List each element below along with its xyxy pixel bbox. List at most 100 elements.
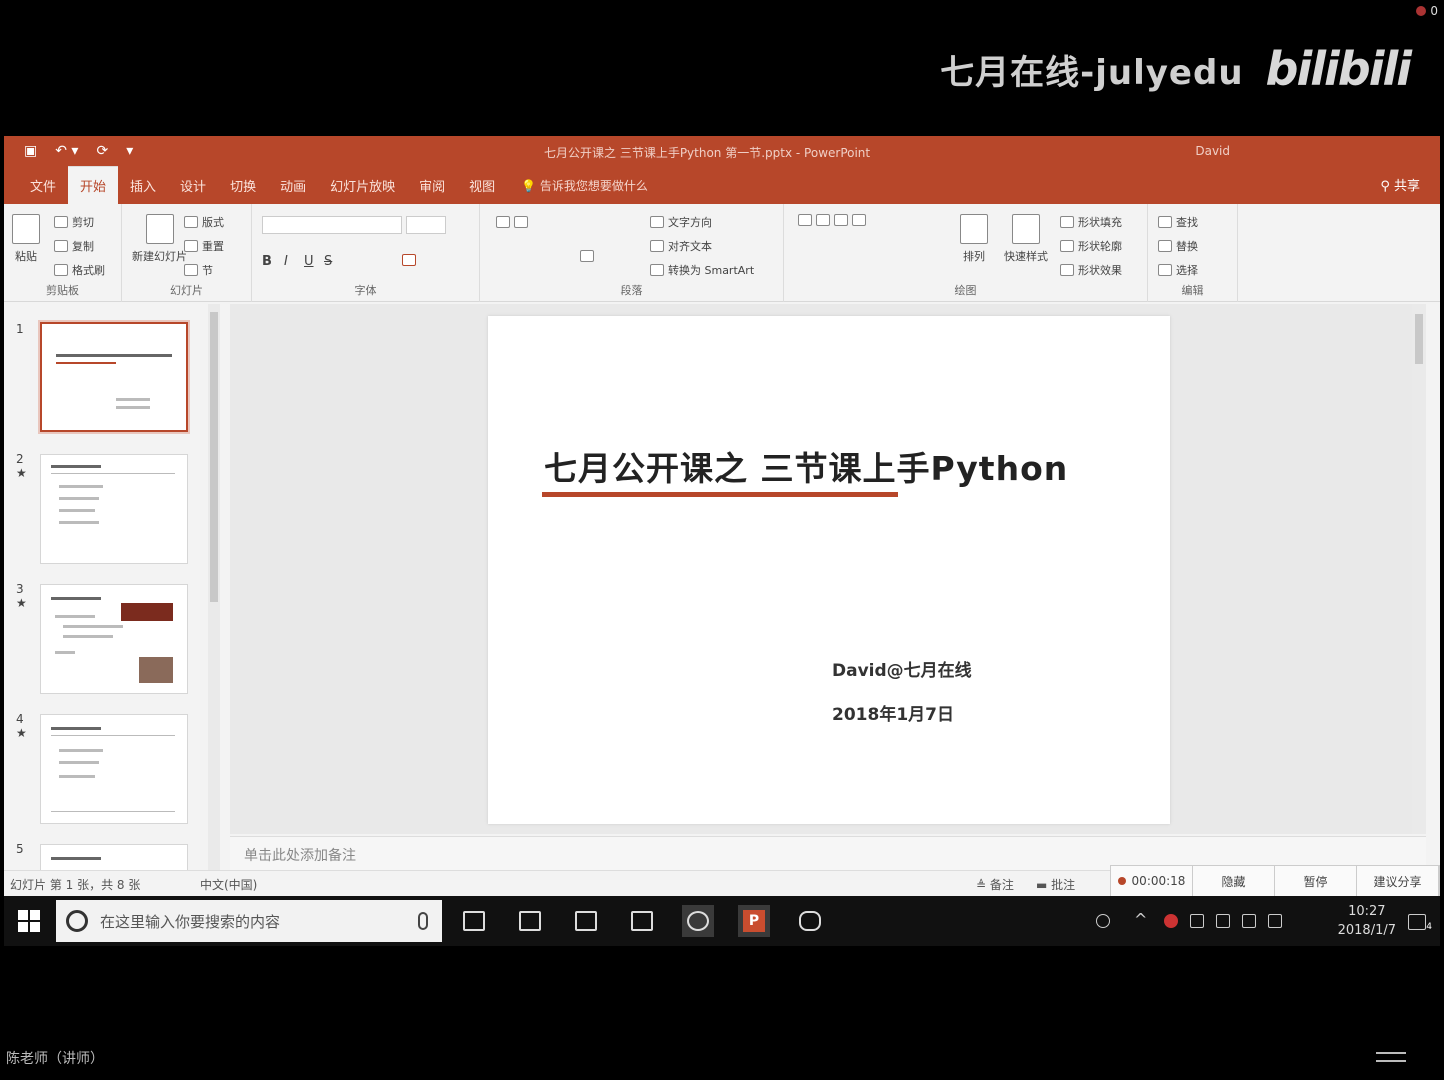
format-painter-label: 格式刷 xyxy=(72,264,105,277)
section-button[interactable]: 节 xyxy=(184,262,213,278)
share-recording-button[interactable]: 建议分享 xyxy=(1357,866,1439,896)
tab-animations[interactable]: 动画 xyxy=(268,176,318,204)
file-explorer-icon[interactable] xyxy=(514,905,546,937)
shape-effects-button[interactable]: 形状效果 xyxy=(1060,262,1122,278)
slide-thumbnail-2[interactable] xyxy=(40,454,188,564)
comments-toggle-button[interactable]: ▬ 批注 xyxy=(1036,876,1075,893)
tab-design[interactable]: 设计 xyxy=(168,176,218,204)
tab-file[interactable]: 文件 xyxy=(18,176,68,204)
group-editing: 查找 替换 选择 编辑 xyxy=(1148,204,1238,302)
clock-date: 2018/1/7 xyxy=(1337,923,1396,938)
find-button[interactable]: 查找 xyxy=(1158,214,1198,230)
thumb-text-line xyxy=(116,398,150,401)
align-text-button[interactable]: 对齐文本 xyxy=(650,238,712,254)
fill-icon xyxy=(1060,216,1074,228)
select-button[interactable]: 选择 xyxy=(1158,262,1198,278)
microphone-icon[interactable] xyxy=(418,912,428,930)
shape-fill-button[interactable]: 形状填充 xyxy=(1060,214,1122,230)
tab-slideshow[interactable]: 幻灯片放映 xyxy=(318,176,407,204)
shapes-gallery[interactable] xyxy=(798,214,866,226)
bold-button[interactable]: B xyxy=(262,254,272,269)
share-button[interactable]: ⚲ 共享 xyxy=(1380,175,1420,194)
quick-styles-icon xyxy=(1012,214,1040,244)
action-center-icon[interactable] xyxy=(1408,914,1426,930)
align-center-button[interactable] xyxy=(580,250,594,262)
slide-thumbnails-pane: 1 2 ★ 3 ★ 4 ★ 5 xyxy=(4,304,226,884)
quick-styles-button[interactable]: 快速样式 xyxy=(1004,214,1048,264)
undo-icon[interactable]: ↶ ▾ xyxy=(55,143,78,159)
thumb-rule xyxy=(51,811,175,812)
copy-button[interactable]: 复制 xyxy=(54,238,94,254)
network-status-icon[interactable] xyxy=(1190,914,1204,928)
customize-qat-icon[interactable]: ▾ xyxy=(126,143,133,159)
bullets-button[interactable] xyxy=(496,216,528,228)
chrome-icon[interactable] xyxy=(682,905,714,937)
powerpoint-taskbar-icon[interactable]: P xyxy=(738,905,770,937)
slide-thumbnail-4[interactable] xyxy=(40,714,188,824)
slide-thumbnail-1[interactable] xyxy=(38,320,190,434)
user-name[interactable]: David xyxy=(1195,144,1230,158)
record-icon xyxy=(1117,877,1126,885)
font-size-select[interactable] xyxy=(406,216,446,234)
rectangle-shape-icon xyxy=(798,214,812,226)
language-status[interactable]: 中文(中国) xyxy=(200,876,257,893)
slide-title[interactable]: 七月公开课之 三节课上手Python xyxy=(544,442,1068,490)
danmaku-icon[interactable] xyxy=(1376,1052,1406,1062)
current-slide[interactable]: 七月公开课之 三节课上手Python David@七月在线 2018年1月7日 xyxy=(488,316,1170,824)
thumbnails-scroll-thumb[interactable] xyxy=(210,312,218,602)
italic-button[interactable]: I xyxy=(284,254,288,269)
notes-toggle-button[interactable]: ≜ 备注 xyxy=(976,876,1014,893)
layout-button[interactable]: 版式 xyxy=(184,214,224,230)
tab-home[interactable]: 开始 xyxy=(68,166,119,204)
redo-icon[interactable]: ⟳ xyxy=(96,143,108,159)
slide-canvas: 七月公开课之 三节课上手Python David@七月在线 2018年1月7日 xyxy=(230,304,1426,834)
taskbar-search[interactable]: 在这里输入你要搜索的内容 xyxy=(56,900,442,942)
font-name-select[interactable] xyxy=(262,216,402,234)
thumb-photo xyxy=(139,657,173,683)
section-icon xyxy=(184,264,198,276)
underline-button[interactable]: U xyxy=(304,254,314,269)
strikethrough-button[interactable]: S xyxy=(324,254,332,269)
tab-view[interactable]: 视图 xyxy=(457,176,507,204)
textbox-shape-icon xyxy=(816,214,830,226)
tab-review[interactable]: 审阅 xyxy=(407,176,457,204)
pause-button[interactable]: 暂停 xyxy=(1275,866,1357,896)
volume-icon[interactable] xyxy=(1268,914,1282,928)
store-icon[interactable] xyxy=(570,905,602,937)
chat-app-icon[interactable] xyxy=(794,905,826,937)
tab-insert[interactable]: 插入 xyxy=(118,176,168,204)
bilibili-logo: bilibili xyxy=(1265,42,1412,96)
app-icon[interactable] xyxy=(626,905,658,937)
chevron-up-icon[interactable]: ^ xyxy=(1134,910,1148,929)
canvas-scroll-thumb[interactable] xyxy=(1415,314,1423,364)
slide-author[interactable]: David@七月在线 xyxy=(832,656,972,681)
canvas-scrollbar[interactable] xyxy=(1412,304,1426,834)
cut-button[interactable]: 剪切 xyxy=(54,214,94,230)
taskbar-clock[interactable]: 10:27 2018/1/7 xyxy=(1338,902,1396,940)
tab-transitions[interactable]: 切换 xyxy=(218,176,268,204)
shape-outline-button[interactable]: 形状轮廓 xyxy=(1060,238,1122,254)
task-view-icon[interactable] xyxy=(458,905,490,937)
tell-me-search[interactable]: 💡 告诉我您想要做什么 xyxy=(507,177,648,204)
save-icon[interactable]: ▣ xyxy=(24,143,37,159)
replace-button[interactable]: 替换 xyxy=(1158,238,1198,254)
hide-button[interactable]: 隐藏 xyxy=(1193,866,1275,896)
format-painter-button[interactable]: 格式刷 xyxy=(54,262,105,278)
thumbnails-scrollbar[interactable] xyxy=(208,304,220,872)
wifi-icon[interactable] xyxy=(1242,914,1256,928)
smartart-button[interactable]: 转换为 SmartArt xyxy=(650,262,754,278)
arrange-button[interactable]: 排列 xyxy=(960,214,988,264)
slide-thumbnail-3[interactable] xyxy=(40,584,188,694)
paste-button[interactable]: 粘贴 xyxy=(12,214,40,264)
antivirus-icon[interactable] xyxy=(1164,914,1178,928)
battery-icon[interactable] xyxy=(1216,914,1230,928)
thumb-number: 1 xyxy=(16,322,24,336)
font-color-button[interactable] xyxy=(402,254,416,266)
windows-start-icon[interactable] xyxy=(18,910,40,932)
slide-date[interactable]: 2018年1月7日 xyxy=(832,700,954,725)
reset-button[interactable]: 重置 xyxy=(184,238,224,254)
new-slide-button[interactable]: 新建幻灯片 xyxy=(132,214,187,264)
text-direction-button[interactable]: 文字方向 xyxy=(650,214,712,230)
people-icon[interactable] xyxy=(1096,914,1110,928)
thumb-title-line xyxy=(51,465,101,468)
